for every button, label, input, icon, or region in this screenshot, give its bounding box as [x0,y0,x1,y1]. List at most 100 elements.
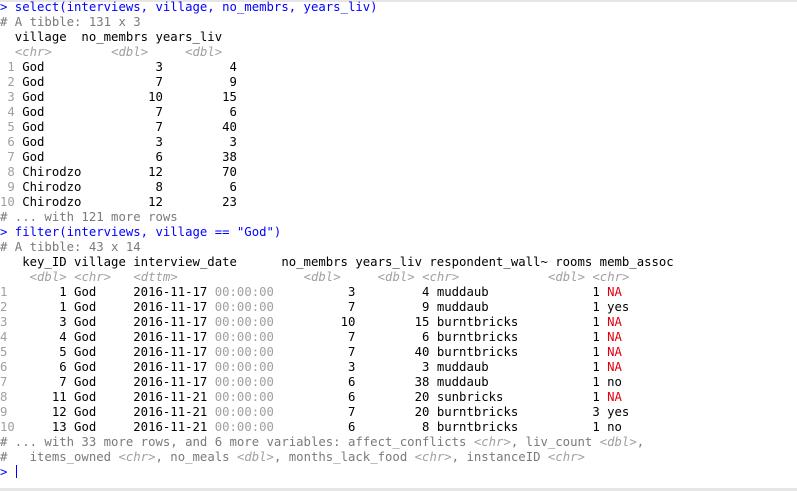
cell-interview-date: 2016-11-17 [133,345,215,359]
cell-rooms: 1 [555,300,608,314]
text-cursor [15,465,18,478]
cell-years-liv: 3 [355,360,437,374]
cell-village: God [22,135,89,149]
table-row: 7 7 God 2016-11-17 00:00:00 6 38 muddaub… [0,375,674,390]
cell-respondent-wall: muddaub [436,300,556,314]
cell-village: God [22,60,89,74]
table-row: 9 Chirodzo 8 6 [0,180,674,195]
cell-no-membrs: 7 [88,120,163,134]
table-row: 3 3 God 2016-11-17 00:00:00 10 15 burntb… [0,315,674,330]
cell-memb-assoc: no [607,420,622,434]
footer-text: , [636,435,645,449]
cell-rooms: 1 [555,345,608,359]
footer-text: # items_owned [0,450,119,464]
cell-no-membrs: 6 [273,390,356,404]
cell-years-liv: 4 [355,285,437,299]
table-row: 1 God 3 4 [0,60,674,75]
footer-text: , months_lack_food [273,450,415,464]
cell-years-liv: 70 [162,165,237,179]
table-row: 2 God 7 9 [0,75,674,90]
cell-key-id: 1 [14,285,67,299]
cell-interview-date: 2016-11-17 [133,330,215,344]
cell-years-liv: 15 [162,90,237,104]
row-number: 1 [0,285,15,299]
cell-no-membrs: 8 [88,180,163,194]
cell-no-membrs: 12 [88,195,163,209]
column-header-row: village no_membrs years_liv [0,30,674,45]
cell-interview-time: 00:00:00 [214,375,274,389]
tibble-info: # A tibble: 131 x 3 [0,15,674,30]
cell-interview-time: 00:00:00 [214,360,274,374]
column-type: <chr> [74,270,112,284]
cell-interview-time: 00:00:00 [214,345,274,359]
cell-interview-time: 00:00:00 [214,315,274,329]
column-headers: village no_membrs years_liv [0,30,223,44]
cell-years-liv: 3 [162,135,237,149]
command-text: > filter(interviews, village == "God") [0,225,282,239]
cell-key-id: 4 [14,330,67,344]
footer-text: , liv_count [510,435,600,449]
cell-key-id: 3 [14,315,67,329]
cell-village: God [22,120,89,134]
cell-interview-time: 00:00:00 [214,330,274,344]
column-type: <dbl> [377,270,415,284]
cell-respondent-wall: muddaub [436,285,556,299]
input-prompt-line[interactable]: > [0,465,674,480]
cell-memb-assoc: NA [607,360,622,374]
cell-rooms: 1 [555,315,608,329]
cell-years-liv: 23 [162,195,237,209]
row-number: 5 [0,120,23,134]
cell-years-liv: 20 [355,390,437,404]
column-type-row: <chr> <dbl> <dbl> [0,45,674,60]
cell-no-membrs: 7 [88,75,163,89]
cell-interview-time: 00:00:00 [214,300,274,314]
row-number: 2 [0,300,15,314]
cell-interview-date: 2016-11-17 [133,285,215,299]
row-number: 8 [0,165,23,179]
cell-village: God [22,105,89,119]
cell-village: God [66,390,134,404]
cell-years-liv: 15 [355,315,437,329]
cell-respondent-wall: burntbricks [436,405,556,419]
cell-years-liv: 40 [355,345,437,359]
table-row: 4 God 7 6 [0,105,674,120]
cell-no-membrs: 7 [273,405,356,419]
cell-respondent-wall: burntbricks [436,345,556,359]
cell-key-id: 1 [14,300,67,314]
cell-no-membrs: 6 [273,420,356,434]
cell-respondent-wall: sunbricks [436,390,556,404]
cell-rooms: 1 [555,420,608,434]
cell-years-liv: 9 [355,300,437,314]
cell-key-id: 6 [14,360,67,374]
cell-years-liv: 9 [162,75,237,89]
cell-no-membrs: 7 [273,300,356,314]
cell-no-membrs: 3 [88,60,163,74]
row-number: 3 [0,315,15,329]
column-type: <chr> [414,450,452,464]
r-console[interactable]: > select(interviews, village, no_membrs,… [0,0,797,491]
row-number: 10 [0,195,23,209]
cell-rooms: 3 [555,405,608,419]
cell-no-membrs: 6 [273,375,356,389]
cell-village: God [22,90,89,104]
cell-interview-date: 2016-11-17 [133,360,215,374]
cell-key-id: 13 [14,420,67,434]
row-number: 6 [0,135,23,149]
footer-note: # ... with 33 more rows, and 6 more vari… [0,435,674,450]
column-type: <dbl> [303,270,341,284]
tibble-dimensions: # A tibble: 131 x 3 [0,15,141,29]
column-headers: key_ID village interview_date no_membrs … [0,255,674,269]
cell-no-membrs: 10 [88,90,163,104]
cell-no-membrs: 10 [273,315,356,329]
row-number: 10 [0,420,15,434]
more-rows-text: # ... with 121 more rows [0,210,178,224]
cell-key-id: 7 [14,375,67,389]
table-row: 9 12 God 2016-11-21 00:00:00 7 20 burntb… [0,405,674,420]
cell-no-membrs: 6 [88,150,163,164]
row-number: 5 [0,345,15,359]
cell-key-id: 12 [14,405,67,419]
